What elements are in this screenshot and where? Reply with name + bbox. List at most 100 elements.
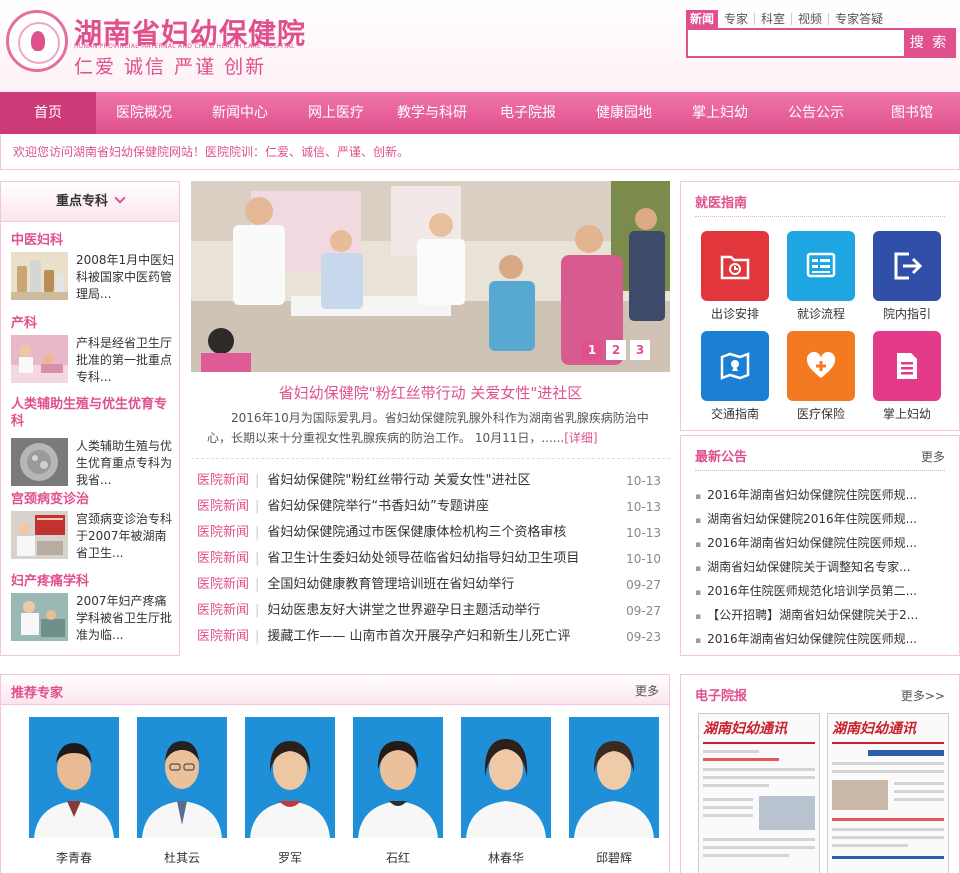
nav-item-mobile[interactable]: 掌上妇幼 [672, 92, 768, 134]
nav-item-about[interactable]: 医院概况 [96, 92, 192, 134]
notice-item[interactable]: 2016年湖南省妇幼保健院住院医师规... [695, 531, 950, 555]
news-title[interactable]: 全国妇幼健康教育管理培训班在省妇幼举行 [267, 577, 514, 592]
guide-visit-process[interactable]: 就诊流程 [787, 231, 855, 322]
search-button[interactable]: 搜 索 [904, 30, 954, 56]
news-item[interactable]: 医院新闻 | 妇幼医患友好大讲堂之世界避孕日主题活动举行 09-27 [197, 598, 667, 624]
specialty-desc[interactable]: 2007年妇产疼痛学科被省卫生厅批准为临... [76, 593, 176, 644]
search-tab-departments[interactable]: 科室 [754, 13, 791, 25]
expert-photo[interactable] [353, 717, 443, 838]
news-title[interactable]: 援藏工作—— 山南市首次开展孕产妇和新生儿死亡评 [267, 629, 570, 644]
expert-card[interactable]: 李青春 [29, 717, 119, 866]
guide-label[interactable]: 医疗保险 [787, 405, 855, 422]
search-tab-experts[interactable]: 专家 [718, 13, 754, 25]
calendar-folder-icon[interactable] [701, 231, 769, 301]
expert-card[interactable]: 林春华 [461, 717, 551, 866]
news-title[interactable]: 省妇幼保健院举行“书香妇幼”专题讲座 [267, 499, 488, 514]
news-category[interactable]: 医院新闻 [197, 577, 249, 592]
document-icon[interactable] [873, 331, 941, 401]
expert-card[interactable]: 石红 [353, 717, 443, 866]
news-slider[interactable]: 1 2 3 [191, 181, 670, 372]
expert-card[interactable]: 杜其云 [137, 717, 227, 866]
expert-name[interactable]: 杜其云 [137, 849, 227, 866]
guide-outpatient-schedule[interactable]: 出诊安排 [701, 231, 769, 322]
guide-label[interactable]: 院内指引 [873, 305, 941, 322]
headline-title[interactable]: 省妇幼保健院"粉红丝带行动 关爱女性"进社区 [191, 382, 670, 403]
expert-photo[interactable] [461, 717, 551, 838]
expert-card[interactable]: 罗军 [245, 717, 335, 866]
guide-insurance[interactable]: 医疗保险 [787, 331, 855, 422]
slider-page-3[interactable]: 3 [630, 340, 650, 360]
expert-card[interactable]: 邱碧辉 [569, 717, 659, 866]
notice-item[interactable]: 湖南省妇幼保健院关于调整知名专家... [695, 555, 950, 579]
news-item[interactable]: 医院新闻 | 省妇幼保健院通过市医保健康体检机构三个资格审核 10-13 [197, 520, 667, 546]
specialty-image[interactable] [11, 252, 68, 300]
news-category[interactable]: 医院新闻 [197, 551, 249, 566]
expert-name[interactable]: 罗军 [245, 849, 335, 866]
news-item[interactable]: 医院新闻 | 省妇幼保健院举行“书香妇幼”专题讲座 10-13 [197, 494, 667, 520]
epaper-issue[interactable]: 湖南妇幼通讯 [827, 713, 949, 873]
specialty-image[interactable] [11, 335, 68, 383]
specialty-title[interactable]: 产科 [11, 315, 176, 332]
guide-transport[interactable]: 交通指南 [701, 331, 769, 422]
expert-photo[interactable] [569, 717, 659, 838]
notice-item[interactable]: 【公开招聘】湖南省妇幼保健院关于2... [695, 603, 950, 627]
news-item[interactable]: 医院新闻 | 援藏工作—— 山南市首次开展孕产妇和新生儿死亡评 09-23 [197, 624, 667, 650]
notice-item[interactable]: 2016年住院医师规范化培训学员第二... [695, 579, 950, 603]
news-title[interactable]: 省卫生计生委妇幼处领导莅临省妇幼指导妇幼卫生项目 [267, 551, 579, 566]
exit-arrow-icon[interactable] [873, 231, 941, 301]
guide-label[interactable]: 交通指南 [701, 405, 769, 422]
specialty-title[interactable]: 妇产疼痛学科 [11, 573, 176, 590]
specialties-header[interactable]: 重点专科 [1, 182, 179, 222]
news-item[interactable]: 医院新闻 | 省妇幼保健院"粉红丝带行动 关爱女性"进社区 10-13 [197, 468, 667, 494]
slider-page-2[interactable]: 2 [606, 340, 626, 360]
specialty-image[interactable] [11, 593, 68, 641]
notice-item[interactable]: 2016年湖南省妇幼保健院住院医师规... [695, 627, 950, 651]
news-category[interactable]: 医院新闻 [197, 525, 249, 540]
nav-item-library[interactable]: 图书馆 [864, 92, 960, 134]
notice-item[interactable]: 湖南省妇幼保健院2016年住院医师规... [695, 507, 950, 531]
guide-label[interactable]: 就诊流程 [787, 305, 855, 322]
nav-item-epaper[interactable]: 电子院报 [480, 92, 576, 134]
news-title[interactable]: 省妇幼保健院"粉红丝带行动 关爱女性"进社区 [267, 473, 530, 488]
expert-name[interactable]: 林春华 [461, 849, 551, 866]
specialty-desc[interactable]: 人类辅助生殖与优生优育重点专科为我省... [76, 438, 176, 489]
expert-name[interactable]: 李青春 [29, 849, 119, 866]
search-tab-qa[interactable]: 专家答疑 [828, 13, 889, 25]
nav-item-news[interactable]: 新闻中心 [192, 92, 288, 134]
guide-hospital-directions[interactable]: 院内指引 [873, 231, 941, 322]
specialty-title[interactable]: 人类辅助生殖与优生优育专科 [11, 396, 176, 430]
specialty-image[interactable] [11, 511, 68, 559]
notice-item[interactable]: 2016年湖南省妇幼保健院住院医师规... [695, 483, 950, 507]
news-title[interactable]: 妇幼医患友好大讲堂之世界避孕日主题活动举行 [267, 603, 540, 618]
expert-photo[interactable] [137, 717, 227, 838]
guide-mobile[interactable]: 掌上妇幼 [873, 331, 941, 422]
slider-page-1[interactable]: 1 [582, 340, 602, 360]
guide-label[interactable]: 掌上妇幼 [873, 405, 941, 422]
heart-plus-icon[interactable] [787, 331, 855, 401]
expert-name[interactable]: 石红 [353, 849, 443, 866]
epaper-issue[interactable]: 湖南妇幼通讯 [698, 713, 820, 873]
news-title[interactable]: 省妇幼保健院通过市医保健康体检机构三个资格审核 [267, 525, 566, 540]
news-item[interactable]: 医院新闻 | 省卫生计生委妇幼处领导莅临省妇幼指导妇幼卫生项目 10-10 [197, 546, 667, 572]
expert-name[interactable]: 邱碧辉 [569, 849, 659, 866]
guide-label[interactable]: 出诊安排 [701, 305, 769, 322]
nav-item-teaching-research[interactable]: 教学与科研 [384, 92, 480, 134]
news-category[interactable]: 医院新闻 [197, 629, 249, 644]
nav-item-online-medical[interactable]: 网上医疗 [288, 92, 384, 134]
expert-photo[interactable] [29, 717, 119, 838]
search-input[interactable] [688, 30, 904, 56]
search-tab-videos[interactable]: 视频 [791, 13, 828, 25]
expert-photo[interactable] [245, 717, 335, 838]
news-category[interactable]: 医院新闻 [197, 499, 249, 514]
map-pin-icon[interactable] [701, 331, 769, 401]
specialty-desc[interactable]: 宫颈病变诊治专科于2007年被湖南省卫生... [76, 511, 176, 562]
notices-more-link[interactable]: 更多 [921, 448, 945, 465]
headline-more-link[interactable]: [详细] [564, 431, 597, 445]
experts-more-link[interactable]: 更多 [635, 682, 659, 699]
process-board-icon[interactable] [787, 231, 855, 301]
hospital-logo-icon[interactable] [6, 10, 68, 72]
specialty-desc[interactable]: 产科是经省卫生厅批准的第一批重点专科... [76, 335, 176, 386]
nav-item-home[interactable]: 首页 [0, 92, 96, 134]
epaper-more-link[interactable]: 更多>> [901, 687, 945, 704]
nav-item-health[interactable]: 健康园地 [576, 92, 672, 134]
